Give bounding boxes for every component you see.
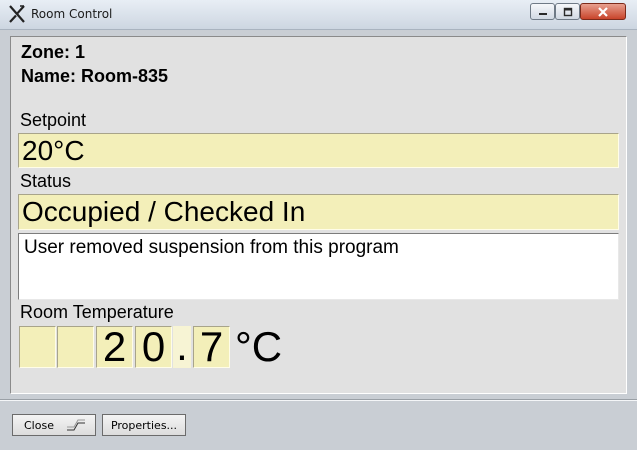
minimize-button[interactable] <box>530 3 555 20</box>
maximize-icon <box>563 7 572 16</box>
room-name-label: Name: Room-835 <box>21 66 169 86</box>
window-title: Room Control <box>31 7 113 21</box>
status-label: Status <box>20 171 72 191</box>
temperature-decimal-point: . <box>173 325 191 368</box>
maximize-button[interactable] <box>555 3 580 20</box>
properties-button-label: Properties... <box>110 418 178 432</box>
status-message-box: User removed suspension from this progra… <box>18 233 619 300</box>
title-bar[interactable]: Room Control <box>0 0 637 30</box>
close-window-button[interactable] <box>580 3 626 20</box>
temperature-digit: 0 <box>135 326 172 368</box>
temperature-digit: 7 <box>193 326 230 368</box>
setpoint-field: 20°C <box>18 133 619 168</box>
room-temperature-label: Room Temperature <box>20 302 174 322</box>
temperature-digit: 2 <box>96 326 133 368</box>
close-button[interactable]: Close <box>12 414 96 436</box>
properties-button[interactable]: Properties... <box>102 414 186 436</box>
setpoint-value: 20°C <box>22 135 85 166</box>
setpoint-label: Setpoint <box>20 110 87 130</box>
temperature-unit: °C <box>235 323 283 370</box>
status-value: Occupied / Checked In <box>22 196 306 227</box>
minimize-icon <box>538 12 547 15</box>
temperature-digit <box>19 326 56 368</box>
shortcut-key-icon <box>66 419 85 431</box>
status-message: User removed suspension from this progra… <box>24 237 399 258</box>
temperature-digit <box>57 326 94 368</box>
footer-separator <box>0 399 637 401</box>
status-field: Occupied / Checked In <box>18 194 619 230</box>
app-x-icon <box>9 5 25 23</box>
close-button-label: Close <box>24 418 54 432</box>
close-icon <box>598 6 608 17</box>
zone-label: Zone: 1 <box>21 42 86 62</box>
